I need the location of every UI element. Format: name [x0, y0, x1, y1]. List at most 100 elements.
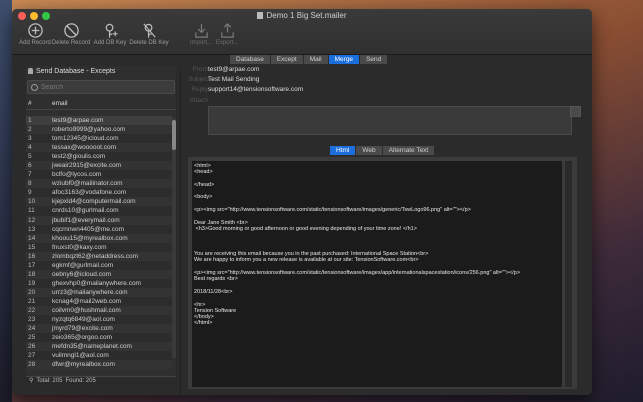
- table-row[interactable]: 6 jweair2915@excite.com: [26, 161, 172, 171]
- table-row[interactable]: 28 dfwr@myrealbox.com: [26, 360, 172, 370]
- row-email: egkmf@gurlmail.com: [52, 261, 114, 269]
- row-number: 3: [28, 135, 32, 143]
- row-number: 4: [28, 144, 32, 152]
- tab-alternate-text[interactable]: Alternate Text: [382, 146, 436, 155]
- row-number: 16: [28, 252, 36, 260]
- row-number: 17: [28, 261, 36, 269]
- table-row[interactable]: 11 cnrds10@gurlmail.com: [26, 206, 172, 216]
- tab-except[interactable]: Except: [270, 55, 304, 64]
- row-number: 24: [28, 325, 36, 333]
- table-row[interactable]: 8 wziubf0@mailinator.com: [26, 179, 172, 189]
- table-row[interactable]: 25 zeio365@orgoo.com: [26, 333, 172, 343]
- document-icon: [257, 12, 264, 19]
- export-button[interactable]: Export...: [204, 22, 250, 46]
- table-row[interactable]: 21 kcnag4@mail2web.com: [26, 296, 172, 306]
- row-email: jbubif1@everymail.com: [52, 216, 120, 224]
- row-email: tessax@wooooot.com: [52, 144, 117, 152]
- tab-html[interactable]: Html: [330, 146, 357, 155]
- subject-value[interactable]: Test Mail Sending: [208, 76, 259, 83]
- tab-database[interactable]: Database: [230, 55, 271, 64]
- row-email: kjepxld4@computermail.com: [52, 198, 136, 206]
- row-number: 6: [28, 162, 32, 170]
- found-count: Found: 205: [65, 378, 96, 384]
- table-row[interactable]: 9 afoc3163@vodafone.com: [26, 188, 172, 198]
- reply-value[interactable]: support14@tensionsoftware.com: [208, 86, 303, 93]
- table-row[interactable]: 23 nyzqtq6849@aol.com: [26, 315, 172, 325]
- body-tabs: Html Web Alternate Text: [330, 146, 436, 155]
- sidebar-header: Send Database - Excepts: [26, 66, 176, 77]
- scrollbar-thumb[interactable]: [172, 120, 176, 150]
- row-number: 9: [28, 189, 32, 197]
- window-title: Demo 1 Big Set.mailer: [12, 11, 592, 20]
- person-icon: [28, 68, 33, 74]
- app-window: Demo 1 Big Set.mailer Add Record Delete …: [12, 9, 592, 395]
- tab-send[interactable]: Send: [360, 55, 389, 64]
- search-icon: [31, 83, 38, 91]
- tab-merge[interactable]: Merge: [328, 55, 361, 64]
- table-row[interactable]: 15 fnuxst0@kaxy.com: [26, 242, 172, 252]
- search-field[interactable]: [27, 80, 175, 94]
- table-row[interactable]: 17 egkmf@gurlmail.com: [26, 260, 172, 270]
- column-header-email[interactable]: email: [50, 100, 68, 109]
- search-input[interactable]: [41, 83, 161, 91]
- row-email: roberto9999@yahoo.com: [52, 126, 126, 134]
- delete-key-icon: [142, 23, 156, 38]
- database-sidebar: Send Database - Excepts # email 1 test9@a…: [26, 66, 176, 386]
- delete-db-key-button[interactable]: Delete DB Key: [126, 22, 172, 46]
- table-row[interactable]: 4 tessax@wooooot.com: [26, 143, 172, 153]
- row-number: 1: [28, 117, 32, 124]
- tab-mail[interactable]: Mail: [303, 55, 329, 64]
- table-row[interactable]: 3 tom12345@icloud.com: [26, 134, 172, 144]
- table-row[interactable]: 16 zlombqzt62@netaddress.com: [26, 251, 172, 261]
- table-row[interactable]: 20 urrz3@mailanywhere.com: [26, 287, 172, 297]
- column-header-number[interactable]: #: [26, 100, 50, 109]
- attach-search-icon[interactable]: [570, 106, 581, 117]
- row-email: fnuxst0@kaxy.com: [52, 243, 107, 251]
- table-row[interactable]: 7 bclfo@lycos.com: [26, 170, 172, 180]
- row-email: oebny6@icloud.com: [52, 270, 111, 278]
- table-row[interactable]: 24 jmyrd79@excite.com: [26, 324, 172, 334]
- table-row[interactable]: 12 jbubif1@everymail.com: [26, 215, 172, 225]
- row-number: 19: [28, 279, 36, 287]
- attachments-box[interactable]: [208, 106, 572, 135]
- table-row[interactable]: 27 vuilmngl1@aol.com: [26, 351, 172, 361]
- table-row[interactable]: 5 test2@gioulis.com: [26, 152, 172, 162]
- row-number: 2: [28, 126, 32, 134]
- row-email: dfwr@myrealbox.com: [52, 361, 115, 369]
- table-row[interactable]: 26 mefdn35@nameplanet.com: [26, 342, 172, 352]
- table-row[interactable]: 13 cqcrnnwn4405@me.com: [26, 224, 172, 234]
- table-scrollbar[interactable]: [172, 118, 176, 358]
- tab-web[interactable]: Web: [356, 146, 383, 155]
- row-number: 22: [28, 306, 36, 314]
- editor-scrollbar[interactable]: [565, 161, 572, 387]
- subject-label: Subject: [188, 76, 210, 83]
- table-header: # email: [26, 100, 176, 110]
- table-row[interactable]: 10 kjepxld4@computermail.com: [26, 197, 172, 207]
- table-row[interactable]: 2 roberto9999@yahoo.com: [26, 125, 172, 135]
- row-number: 20: [28, 288, 36, 296]
- row-number: 26: [28, 343, 36, 351]
- reply-label: Reply: [191, 86, 208, 93]
- table-row[interactable]: 18 oebny6@icloud.com: [26, 269, 172, 279]
- row-email: bclfo@lycos.com: [52, 171, 102, 179]
- email-table: 1 test9@arpae.com 2 roberto9999@yahoo.com 3 t…: [26, 116, 172, 370]
- row-number: 21: [28, 297, 36, 305]
- table-row[interactable]: 14 khoou15@myrealbox.com: [26, 233, 172, 243]
- from-label: From: [192, 66, 208, 73]
- from-value[interactable]: test9@arpae.com: [208, 66, 259, 73]
- html-editor[interactable]: <html> <head> </head> <body> <p><img src…: [192, 161, 562, 387]
- row-email: coilvm0@hushmail.com: [52, 306, 121, 314]
- split-divider[interactable]: [180, 66, 181, 395]
- export-icon: [220, 23, 234, 38]
- table-row[interactable]: 22 coilvm0@hushmail.com: [26, 305, 172, 316]
- table-row[interactable]: 1 test9@arpae.com: [26, 116, 172, 126]
- row-email: ghexvhp0@mailanywhere.com: [52, 279, 141, 287]
- table-row[interactable]: 19 ghexvhp0@mailanywhere.com: [26, 278, 172, 288]
- zoom-icon[interactable]: ⚲: [29, 378, 33, 384]
- row-email: test2@gioulis.com: [52, 153, 106, 161]
- row-number: 14: [28, 234, 36, 242]
- titlebar: Demo 1 Big Set.mailer Add Record Delete …: [12, 9, 592, 55]
- row-number: 28: [28, 361, 36, 369]
- attach-label: Attach: [189, 97, 208, 104]
- html-source-text[interactable]: <html> <head> </head> <body> <p><img src…: [192, 161, 562, 329]
